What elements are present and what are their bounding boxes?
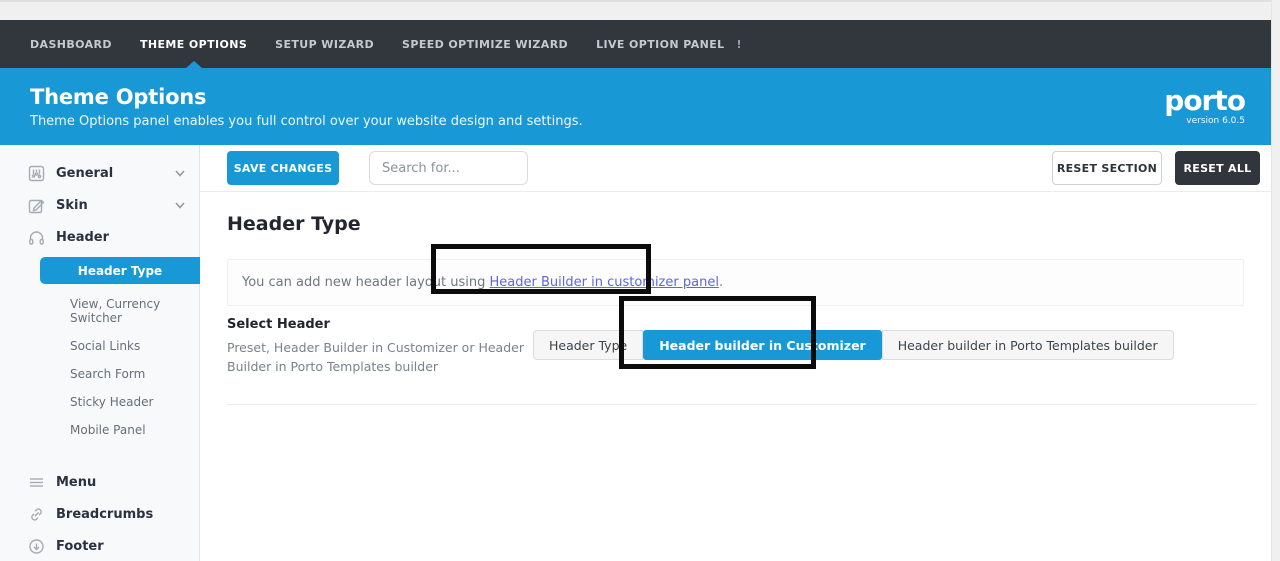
chevron-down-icon xyxy=(175,169,185,177)
porto-version: version 6.0.5 xyxy=(1186,116,1245,126)
options-main-panel: SAVE CHANGES RESET SECTION RESET ALL Hea… xyxy=(200,145,1280,561)
field-description: Preset, Header Builder in Customizer or … xyxy=(227,340,524,375)
options-sidebar: General Skin Header Header Type View, Cu… xyxy=(0,145,200,561)
nav-item-setup-wizard[interactable]: SETUP WIZARD xyxy=(275,20,374,68)
field-label-block: Select Header Preset, Header Builder in … xyxy=(227,315,533,377)
theme-options-page: DASHBOARD THEME OPTIONS SETUP WIZARD SPE… xyxy=(0,0,1280,561)
option-header-type[interactable]: Header Type xyxy=(533,330,644,360)
admin-top-nav: DASHBOARD THEME OPTIONS SETUP WIZARD SPE… xyxy=(0,20,1271,68)
nav-item-speed-optimize-wizard[interactable]: SPEED OPTIMIZE WIZARD xyxy=(402,20,568,68)
submenu-item-header-type[interactable]: Header Type xyxy=(40,257,200,284)
page-title: Theme Options xyxy=(30,84,207,109)
sidebar-item-breadcrumbs[interactable]: Breadcrumbs xyxy=(0,498,199,530)
chevron-down-icon xyxy=(175,201,185,209)
sidebar-item-general[interactable]: General xyxy=(0,157,199,189)
sliders-icon xyxy=(28,165,45,182)
hero-text: Theme Options Theme Options panel enable… xyxy=(30,85,583,129)
submenu-item-view-currency-switcher[interactable]: View, Currency Switcher xyxy=(0,290,199,332)
nav-item-dashboard[interactable]: DASHBOARD xyxy=(30,20,112,68)
porto-logo-text: porto xyxy=(1164,84,1246,117)
sidebar-item-header[interactable]: Header xyxy=(0,221,199,253)
page-subtitle: Theme Options panel enables you full con… xyxy=(30,113,583,129)
active-tab-pointer xyxy=(185,61,202,68)
pen-icon xyxy=(28,197,45,214)
option-header-builder-porto-templates[interactable]: Header builder in Porto Templates builde… xyxy=(881,330,1174,360)
link-icon xyxy=(28,506,45,523)
nav-item-live-option-panel[interactable]: LIVE OPTION PANEL xyxy=(596,20,724,68)
porto-logo: porto version 6.0.5 xyxy=(1164,84,1246,127)
submenu-item-social-links[interactable]: Social Links xyxy=(0,332,199,360)
theme-options-hero: Theme Options Theme Options panel enable… xyxy=(0,68,1271,145)
field-row-divider xyxy=(227,403,1257,405)
submenu-item-sticky-header[interactable]: Sticky Header xyxy=(0,388,199,416)
sidebar-item-menu[interactable]: Menu xyxy=(0,466,199,498)
submenu-item-mobile-panel[interactable]: Mobile Panel xyxy=(0,416,199,444)
options-toolbar: SAVE CHANGES RESET SECTION RESET ALL xyxy=(200,145,1280,191)
info-text-prefix: You can add new header layout using xyxy=(242,275,490,290)
field-label: Select Header xyxy=(227,317,330,332)
sidebar-item-footer[interactable]: Footer xyxy=(0,530,199,561)
submenu-item-search-form[interactable]: Search Form xyxy=(0,360,199,388)
save-changes-button[interactable]: SAVE CHANGES xyxy=(227,151,339,185)
toolbar-divider xyxy=(200,191,1280,192)
section-title: Header Type xyxy=(227,213,361,235)
reset-all-button[interactable]: RESET ALL xyxy=(1175,151,1260,185)
header-submenu: Header Type View, Currency Switcher Soci… xyxy=(0,257,200,444)
menu-icon xyxy=(28,474,45,491)
nav-item-theme-options[interactable]: THEME OPTIONS xyxy=(140,20,247,68)
browser-top-strip xyxy=(0,0,1271,20)
alert-icon: ! xyxy=(736,37,742,51)
header-type-option-group: Header Type Header builder in Customizer… xyxy=(533,330,1174,360)
select-header-field: Select Header Preset, Header Builder in … xyxy=(227,315,1257,377)
search-input[interactable] xyxy=(369,151,528,185)
sidebar-item-skin[interactable]: Skin xyxy=(0,189,199,221)
option-header-builder-customizer[interactable]: Header builder in Customizer xyxy=(643,330,882,360)
headphones-icon xyxy=(28,229,45,246)
reset-section-button[interactable]: RESET SECTION xyxy=(1052,151,1162,185)
header-builder-link[interactable]: Header Builder in customizer panel xyxy=(490,275,719,290)
browser-right-strip xyxy=(1271,0,1280,561)
info-notice: You can add new header layout using Head… xyxy=(227,259,1244,306)
info-text-suffix: . xyxy=(718,275,724,290)
arrow-down-circle-icon xyxy=(28,538,45,555)
